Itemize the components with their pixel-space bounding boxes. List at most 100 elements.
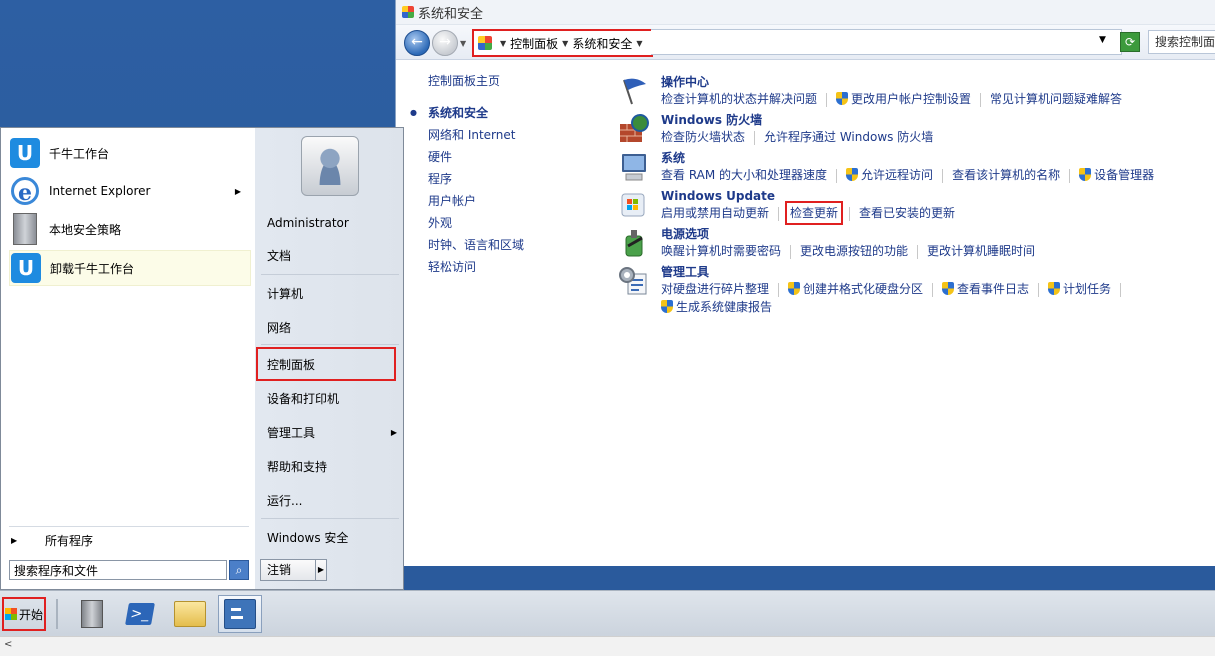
chevron-down-icon[interactable]: ▼ [562,39,568,48]
link-sleep-time[interactable]: 更改计算机睡眠时间 [927,242,1035,260]
breadcrumb-system-security[interactable]: 系统和安全 [572,35,632,52]
start-item-computer[interactable]: 计算机 [267,283,303,305]
recent-pages-dropdown[interactable]: ▼ [460,39,466,48]
link-firewall-status[interactable]: 检查防火墙状态 [661,128,745,146]
address-dropdown-icon[interactable]: ▼ [1099,35,1106,45]
qianniu-icon: U [11,253,41,283]
link-auto-update[interactable]: 启用或禁用自动更新 [661,204,769,222]
control-panel-icon [478,36,492,50]
taskbar-powershell[interactable]: >_ [118,595,162,633]
sidebar-item-ease-of-access[interactable]: 轻松访问 [428,256,588,278]
program-uninstall-qianniu[interactable]: U 卸载千牛工作台 [9,250,251,286]
submenu-arrow-icon[interactable]: ▶ [235,187,241,196]
taskbar-server-manager[interactable] [70,595,114,633]
sidebar-item-programs[interactable]: 程序 [428,168,588,190]
start-label: 开始 [18,607,43,622]
link-uac-settings[interactable]: 更改用户帐户控制设置 [851,90,971,108]
start-menu: U 千牛工作台 e Internet Explorer ▶ 本地安全策略 U 卸… [0,127,404,590]
internet-explorer-icon: e [11,177,39,206]
chevron-down-icon[interactable]: ▼ [500,39,506,48]
taskbar: 开始 >_ [0,590,1215,637]
user-avatar[interactable] [301,136,359,196]
window-title: 系统和安全 [418,6,484,22]
category-title[interactable]: Windows Update [661,188,1215,204]
flag-icon [623,78,646,105]
sidebar-item-user-accounts[interactable]: 用户帐户 [428,190,588,212]
program-label: 千牛工作台 [49,146,110,161]
address-bar[interactable]: ▼ 控制面板 ▼ 系统和安全 ▼ [472,29,653,57]
start-item-devices-printers[interactable]: 设备和打印机 [267,388,339,410]
start-button[interactable]: 开始 [2,597,46,631]
link-health-report[interactable]: 生成系统健康报告 [676,298,772,316]
shutdown-options-arrow[interactable]: ▶ [315,559,327,581]
link-wake-password[interactable]: 唤醒计算机时需要密码 [661,242,781,260]
start-item-administrator[interactable]: Administrator [267,212,349,234]
category-action-center: 操作中心 检查计算机的状态并解决问题 更改用户帐户控制设置 常见计算机问题疑难解答 [616,74,1215,108]
category-title[interactable]: 系统 [661,150,1215,166]
breadcrumb-control-panel[interactable]: 控制面板 [510,35,558,52]
link-ram-cpu[interactable]: 查看 RAM 的大小和处理器速度 [661,166,827,184]
start-item-network[interactable]: 网络 [267,317,291,339]
admin-tools-icon [619,267,647,295]
sidebar-item-clock-region[interactable]: 时钟、语言和区域 [428,234,588,256]
category-title[interactable]: Windows 防火墙 [661,112,1215,128]
link-power-button[interactable]: 更改电源按钮的功能 [800,242,908,260]
search-icon[interactable]: ⌕ [229,560,249,580]
all-programs[interactable]: 所有程序 [9,526,249,555]
program-local-security-policy[interactable]: 本地安全策略 [9,212,249,246]
program-qianniu[interactable]: U 千牛工作台 [9,136,249,170]
category-system: 系统 查看 RAM 的大小和处理器速度 允许远程访问 查看该计算机的名称 设备管理器 [616,150,1215,184]
server-manager-icon [81,600,103,628]
link-defrag[interactable]: 对硬盘进行碎片整理 [661,280,769,298]
sidebar-item-hardware[interactable]: 硬件 [428,146,588,168]
start-item-run[interactable]: 运行... [267,490,302,512]
link-event-log[interactable]: 查看事件日志 [957,280,1029,298]
link-allow-program[interactable]: 允许程序通过 Windows 防火墙 [764,128,933,146]
sidebar-item-system-security[interactable]: 系统和安全 [410,102,588,124]
forward-button[interactable]: → [432,30,458,56]
link-remote-access[interactable]: 允许远程访问 [861,166,933,184]
link-troubleshoot[interactable]: 常见计算机问题疑难解答 [990,90,1122,108]
category-title[interactable]: 电源选项 [661,226,1215,242]
search-input[interactable]: 搜索控制面 [1148,30,1215,54]
start-item-control-panel[interactable]: 控制面板 [267,354,315,376]
address-bar-field[interactable] [651,29,1122,55]
start-item-admin-tools[interactable]: 管理工具 ▶ [267,422,397,444]
uac-shield-icon [846,168,859,181]
link-check-status[interactable]: 检查计算机的状态并解决问题 [661,90,817,108]
chevron-down-icon[interactable]: ▼ [636,39,642,48]
system-icon [622,154,646,181]
scroll-left-icon[interactable]: < [4,639,12,650]
link-installed-updates[interactable]: 查看已安装的更新 [859,204,955,222]
horizontal-scrollbar[interactable]: < [0,636,1215,656]
taskbar-explorer[interactable] [168,595,212,633]
windows-logo-icon [4,608,17,620]
sidebar-item-appearance[interactable]: 外观 [428,212,588,234]
link-device-manager[interactable]: 设备管理器 [1094,166,1154,184]
sidebar: 控制面板主页 系统和安全 网络和 Internet 硬件 程序 用户帐户 外观 … [410,70,588,278]
refresh-button[interactable]: ⟳ [1120,32,1140,52]
category-firewall: Windows 防火墙 检查防火墙状态 允许程序通过 Windows 防火墙 [616,112,1215,146]
back-button[interactable]: ← [404,30,430,56]
start-item-help-support[interactable]: 帮助和支持 [267,456,327,478]
link-task-scheduler[interactable]: 计划任务 [1063,280,1111,298]
sidebar-item-home[interactable]: 控制面板主页 [428,70,588,92]
program-internet-explorer[interactable]: e Internet Explorer ▶ [9,174,249,208]
link-check-updates[interactable]: 检查更新 [785,201,844,225]
submenu-arrow-icon: ▶ [390,428,397,437]
category-windows-update: Windows Update 启用或禁用自动更新 检查更新 查看已安装的更新 [616,188,1215,225]
start-item-windows-security[interactable]: Windows 安全 [267,527,348,549]
sidebar-item-network[interactable]: 网络和 Internet [428,124,588,146]
program-label: 本地安全策略 [49,222,122,237]
category-title[interactable]: 管理工具 [661,264,1215,280]
uac-shield-icon [661,300,673,313]
category-title[interactable]: 操作中心 [661,74,1215,90]
link-partition[interactable]: 创建并格式化硬盘分区 [803,280,923,298]
uac-shield-icon [1079,168,1092,181]
logout-button[interactable]: 注销 [260,559,316,581]
start-item-documents[interactable]: 文档 [267,245,291,267]
taskbar-control-panel[interactable] [218,595,262,633]
start-search-input[interactable]: 搜索程序和文件 [9,560,227,580]
link-computer-name[interactable]: 查看该计算机的名称 [952,166,1060,184]
uac-shield-icon [836,92,849,105]
